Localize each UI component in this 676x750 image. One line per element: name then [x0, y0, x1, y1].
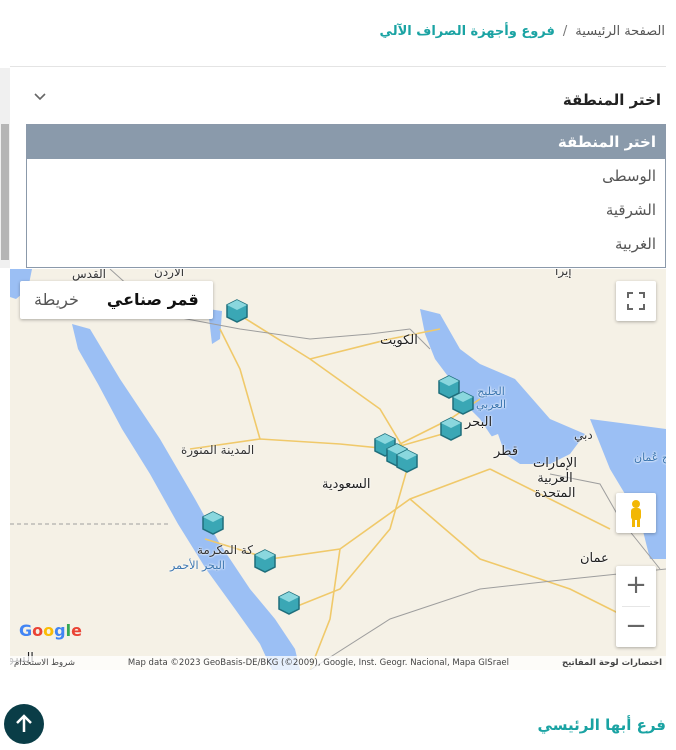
region-dropdown: اختر المنطقة الوسطى الشرقية الغربية — [26, 124, 666, 268]
label-quds: القدس — [72, 269, 107, 281]
arrow-up-icon — [16, 714, 32, 732]
label-qatar: قطر — [494, 444, 519, 459]
region-option-eastern[interactable]: الشرقية — [27, 193, 665, 227]
label-kuwait: الكويت — [380, 333, 418, 348]
region-select-label: اختر المنطقة — [562, 91, 661, 109]
breadcrumb-current: فروع وأجهزة الصراف الآلي — [379, 24, 555, 39]
google-logo: Google — [19, 621, 82, 640]
map[interactable]: خريطة قمر صناعي + − القدس الأردن إيرا ال… — [10, 269, 666, 670]
label-oman-sea: خليج عُمان — [634, 451, 666, 464]
atm-marker-icon[interactable] — [452, 391, 474, 415]
breadcrumb-separator: / — [562, 24, 568, 39]
label-gulf: الخليج العربي — [475, 385, 506, 411]
atm-marker-icon[interactable] — [440, 417, 462, 441]
terms-link[interactable]: شروط الاستخدام — [14, 658, 75, 668]
scroll-to-top-button[interactable] — [4, 704, 44, 744]
map-attribution: Map data ©2023 GeoBasis-DE/BKG (©2009), … — [127, 658, 509, 668]
atm-marker-icon[interactable] — [254, 549, 276, 573]
street-view-button[interactable] — [616, 493, 656, 533]
label-saudi: السعودية — [322, 477, 371, 492]
fullscreen-icon — [627, 292, 645, 310]
breadcrumb: الصفحة الرئيسية / فروع وأجهزة الصراف الآ… — [380, 24, 665, 39]
map-type-map-button[interactable]: خريطة — [20, 281, 93, 319]
region-option-western[interactable]: الغربية — [27, 227, 665, 261]
label-iran: إيرا — [555, 269, 572, 278]
divider — [10, 66, 666, 67]
chevron-down-icon — [34, 93, 46, 101]
map-attribution-bar: اختصارات لوحة المفاتيح Map data ©2023 Ge… — [10, 656, 666, 670]
label-bahrain: البحر — [465, 415, 493, 430]
region-option-central[interactable]: الوسطى — [27, 159, 665, 193]
breadcrumb-home[interactable]: الصفحة الرئيسية — [575, 24, 665, 39]
map-type-control: خريطة قمر صناعي — [20, 281, 213, 319]
region-option-placeholder[interactable]: اختر المنطقة — [27, 125, 665, 159]
label-red-sea: البحر الأحمر — [170, 559, 225, 572]
branch-title: فرع أبها الرئيسي — [537, 716, 666, 734]
zoom-out-button[interactable]: − — [616, 607, 656, 647]
pegman-icon — [631, 500, 641, 527]
page: الصفحة الرئيسية / فروع وأجهزة الصراف الآ… — [0, 0, 676, 750]
atm-marker-icon[interactable] — [226, 299, 248, 323]
fullscreen-button[interactable] — [616, 281, 656, 321]
zoom-control: + − — [616, 566, 656, 647]
label-uae: الإمارات العربية المتحدة — [532, 456, 578, 501]
zoom-in-button[interactable]: + — [616, 566, 656, 606]
atm-marker-icon[interactable] — [202, 511, 224, 535]
atm-marker-icon[interactable] — [278, 591, 300, 615]
atm-marker-icon[interactable] — [396, 449, 418, 473]
map-type-satellite-button[interactable]: قمر صناعي — [93, 281, 213, 319]
label-medina: المدينة المنورة — [181, 443, 255, 457]
label-dubai: دبي — [574, 428, 593, 442]
keyboard-shortcuts-link[interactable]: اختصارات لوحة المفاتيح — [562, 658, 662, 668]
scrollbar[interactable] — [0, 68, 10, 268]
scrollbar-thumb[interactable] — [1, 124, 9, 260]
region-select[interactable]: اختر المنطقة — [26, 78, 666, 122]
label-mecca: كة المكرمة — [197, 543, 253, 557]
label-oman: عمان — [580, 551, 609, 566]
label-jordan: الأردن — [154, 269, 185, 279]
